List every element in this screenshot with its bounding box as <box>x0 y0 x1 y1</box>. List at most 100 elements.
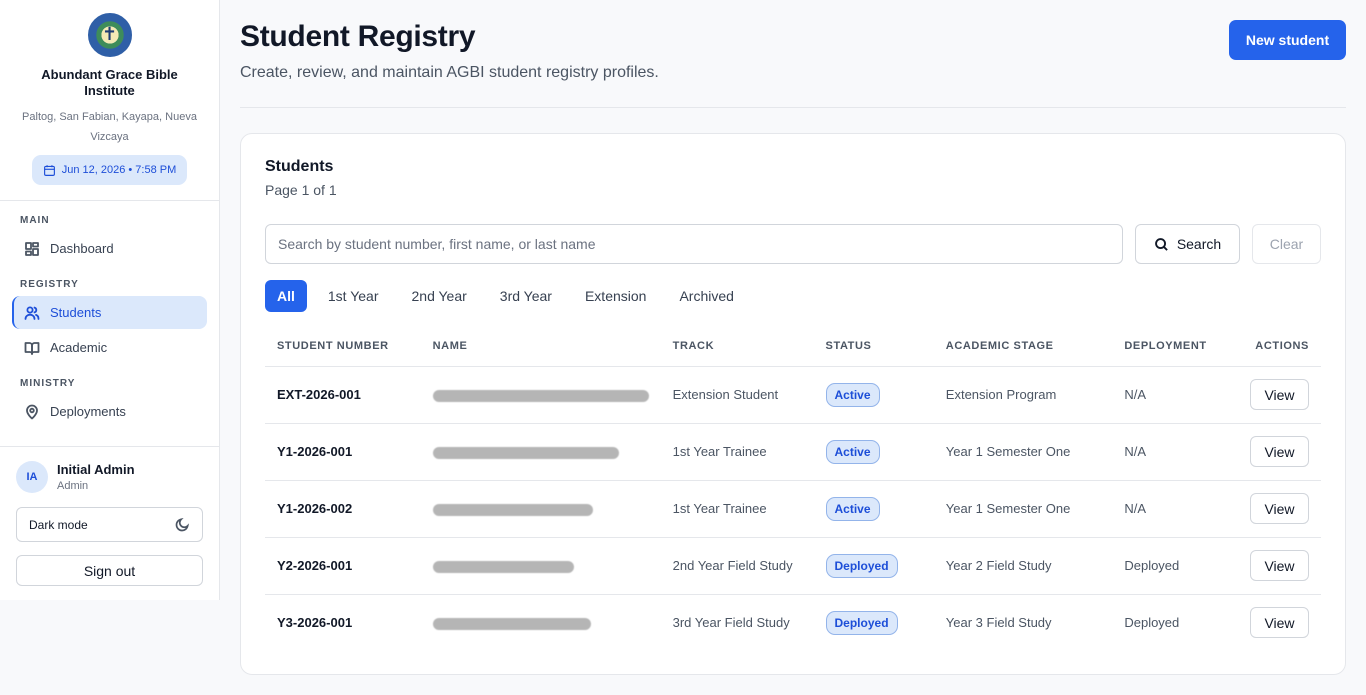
table-header-row: STUDENT NUMBER NAME TRACK STATUS ACADEMI… <box>265 326 1321 367</box>
sidebar-item-dashboard[interactable]: Dashboard <box>12 232 207 265</box>
column-header[interactable]: STATUS <box>813 326 934 367</box>
status-badge: Deployed <box>825 553 898 578</box>
search-button-label: Search <box>1176 236 1222 252</box>
sign-out-button[interactable]: Sign out <box>16 555 203 586</box>
tab-extension[interactable]: Extension <box>573 280 658 312</box>
calendar-icon <box>43 164 55 176</box>
student-number: Y1-2026-001 <box>265 423 421 481</box>
search-input[interactable] <box>265 224 1123 264</box>
student-track: 1st Year Trainee <box>660 480 814 538</box>
student-track: 2nd Year Field Study <box>660 537 814 595</box>
column-header[interactable]: ACADEMIC STAGE <box>933 326 1113 367</box>
column-header[interactable]: TRACK <box>660 326 814 367</box>
clear-button[interactable]: Clear <box>1252 224 1321 264</box>
deployment: Deployed <box>1112 537 1232 595</box>
column-header[interactable]: STUDENT NUMBER <box>265 326 421 367</box>
student-name-redacted <box>421 594 661 651</box>
user-panel: IA Initial Admin Admin Dark mode Sign ou… <box>0 446 219 600</box>
status-cell: Active <box>813 366 934 424</box>
column-header: ACTIONS <box>1231 326 1321 367</box>
institute-address: Paltog, San Fabian, Kayapa, Nueva Vizcay… <box>22 111 197 143</box>
view-button[interactable]: View <box>1250 436 1309 467</box>
view-button[interactable]: View <box>1250 493 1309 524</box>
datetime-badge: Jun 12, 2026 • 7:58 PM <box>31 155 188 185</box>
map-pin-icon <box>26 404 38 419</box>
sidebar-item-academic[interactable]: Academic <box>12 331 207 364</box>
dark-mode-label: Dark mode <box>29 517 88 532</box>
status-cell: Deployed <box>813 537 934 595</box>
deployment: N/A <box>1112 423 1232 481</box>
table-row: Y1-2026-002 1st Year Trainee Active Year… <box>265 480 1321 538</box>
table-row: Y2-2026-001 2nd Year Field Study Deploye… <box>265 537 1321 595</box>
table-row: EXT-2026-001 Extension Student Active Ex… <box>265 366 1321 424</box>
column-header[interactable]: DEPLOYMENT <box>1112 326 1232 367</box>
moon-icon <box>175 518 189 532</box>
view-button[interactable]: View <box>1250 550 1309 581</box>
student-name-redacted <box>420 480 661 538</box>
status-cell: Deployed <box>814 594 934 651</box>
sidebar-item-label: Students <box>50 305 102 320</box>
student-track: Extension Student <box>660 366 814 424</box>
sidebar: Abundant Grace Bible Institute Paltog, S… <box>0 0 220 600</box>
search-button[interactable]: Search <box>1135 224 1240 264</box>
dashboard-icon <box>25 241 39 256</box>
academic-stage: Year 2 Field Study <box>933 537 1113 595</box>
status-badge: Deployed <box>825 610 898 635</box>
status-cell: Active <box>813 480 934 538</box>
new-student-button[interactable]: New student <box>1229 20 1346 60</box>
student-track: 1st Year Trainee <box>660 423 814 481</box>
student-number: Y1-2026-002 <box>265 480 421 538</box>
brand-block: Abundant Grace Bible Institute Paltog, S… <box>0 0 219 201</box>
sidebar-item-label: Dashboard <box>50 241 114 256</box>
table-row: Y1-2026-001 1st Year Trainee Active Year… <box>265 423 1321 481</box>
tab-archived[interactable]: Archived <box>667 280 745 312</box>
sidebar-nav: MAIN Dashboard REGISTRY Students Academi… <box>0 215 219 428</box>
sidebar-item-label: Academic <box>50 340 108 355</box>
user-info: IA Initial Admin Admin <box>16 461 203 493</box>
table-row: Y3-2026-001 3rd Year Field Study Deploye… <box>265 594 1321 651</box>
student-name-redacted <box>420 366 661 424</box>
sidebar-item-label: Deployments <box>50 404 126 419</box>
status-badge: Active <box>825 496 880 521</box>
sidebar-item-students[interactable]: Students <box>12 296 207 329</box>
dark-mode-toggle[interactable]: Dark mode <box>16 507 203 542</box>
nav-section-main: MAIN <box>20 215 50 226</box>
status-badge: Active <box>825 382 880 407</box>
student-name-redacted <box>420 537 661 595</box>
student-number: EXT-2026-001 <box>265 366 421 424</box>
academic-stage: Extension Program <box>933 366 1113 424</box>
actions-cell: View <box>1231 366 1321 424</box>
actions-cell: View <box>1231 480 1321 538</box>
nav-section-ministry: MINISTRY <box>20 378 76 389</box>
search-icon <box>1154 237 1168 251</box>
user-role: Admin <box>57 480 89 492</box>
users-icon <box>24 306 40 320</box>
tab-3rd-year[interactable]: 3rd Year <box>488 280 564 312</box>
book-icon <box>24 341 40 355</box>
datetime-text: Jun 12, 2026 • 7:58 PM <box>61 164 177 176</box>
card-title: Students <box>265 158 334 175</box>
status-badge: Active <box>825 439 880 464</box>
nav-section-registry: REGISTRY <box>20 279 79 290</box>
actions-cell: View <box>1231 594 1321 651</box>
view-button[interactable]: View <box>1250 379 1309 410</box>
page-title: Student Registry <box>240 20 476 53</box>
student-number: Y2-2026-001 <box>265 537 421 595</box>
view-button[interactable]: View <box>1250 607 1309 639</box>
students-card: Students Page 1 of 1 Search Clear All 1s… <box>240 133 1346 675</box>
deployment: N/A <box>1112 366 1232 424</box>
deployment: Deployed <box>1124 615 1180 631</box>
tab-all[interactable]: All <box>265 280 307 312</box>
tab-2nd-year[interactable]: 2nd Year <box>400 280 479 312</box>
student-number: Y3-2026-001 <box>277 615 353 631</box>
institute-logo <box>87 13 132 57</box>
page-subtitle: Create, review, and maintain AGBI studen… <box>240 64 659 81</box>
deployment: N/A <box>1112 480 1232 538</box>
sidebar-item-deployments[interactable]: Deployments <box>12 395 207 428</box>
header-divider <box>240 107 1346 108</box>
academic-stage: Year 1 Semester One <box>933 480 1113 538</box>
status-cell: Active <box>813 423 934 481</box>
column-header[interactable]: NAME <box>420 326 661 367</box>
tab-1st-year[interactable]: 1st Year <box>316 280 391 312</box>
pagination-text: Page 1 of 1 <box>265 182 337 198</box>
